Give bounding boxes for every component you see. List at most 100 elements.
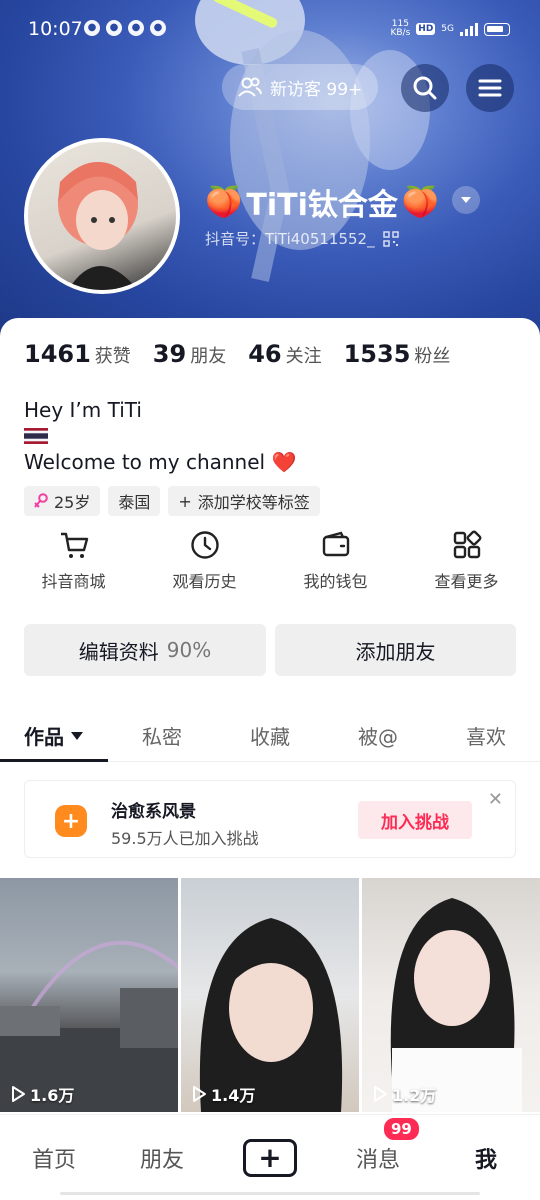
home-indicator bbox=[60, 1192, 480, 1195]
tab-private[interactable]: 私密 bbox=[108, 710, 216, 761]
add-friend-button[interactable]: 添加朋友 bbox=[275, 624, 516, 676]
view-count: 1.2万 bbox=[372, 1082, 436, 1106]
nav-me[interactable]: 我 bbox=[432, 1142, 540, 1174]
unread-badge: 99 bbox=[382, 1115, 421, 1142]
caret-down-icon bbox=[71, 731, 83, 740]
age-label: 25岁 bbox=[54, 493, 91, 512]
tab-works[interactable]: 作品 bbox=[0, 710, 108, 762]
qr-code-icon[interactable] bbox=[382, 230, 399, 247]
stat-likes[interactable]: 1461 获赞 bbox=[24, 340, 131, 368]
clock-icon bbox=[190, 531, 219, 559]
tab-mentions[interactable]: 被@ bbox=[324, 710, 432, 761]
video-grid: 1.6万 1.4万 1.2万 bbox=[0, 878, 540, 1112]
challenge-banner[interactable]: + 治愈系风景 59.5万人已加入挑战 加入挑战 ✕ bbox=[24, 780, 516, 858]
create-plus-icon: + bbox=[243, 1138, 297, 1177]
profile-tags: 25岁 泰国 + 添加学校等标签 bbox=[24, 486, 320, 516]
status-bar: 10:07 ● ● ● ● 115 KB/s HD 5G bbox=[0, 0, 540, 60]
new-visitors-button[interactable]: 新访客 99+ bbox=[222, 64, 379, 110]
add-school-label: 添加学校等标签 bbox=[197, 493, 310, 512]
bio-line-1: Hey I’m TiTi bbox=[24, 398, 142, 422]
video-thumbnail[interactable]: 1.4万 bbox=[181, 878, 359, 1112]
stat-friends[interactable]: 39 朋友 bbox=[153, 340, 226, 368]
thailand-flag-icon bbox=[24, 428, 48, 444]
stat-following[interactable]: 46 关注 bbox=[248, 340, 321, 368]
add-school-tag-button[interactable]: + 添加学校等标签 bbox=[168, 486, 320, 516]
tab-favorites[interactable]: 收藏 bbox=[216, 710, 324, 761]
play-icon bbox=[374, 1086, 387, 1102]
net-speed: 115 KB/s bbox=[390, 19, 411, 38]
play-icon bbox=[12, 1086, 25, 1102]
avatar-image bbox=[58, 162, 138, 290]
nav-messages-label: 消息 bbox=[355, 1147, 400, 1173]
app-notification-icon: ● bbox=[84, 20, 100, 36]
douyin-id[interactable]: 抖音号：TiTi40511552_ bbox=[205, 228, 399, 249]
nickname-text: TiTi钛合金 bbox=[246, 188, 398, 223]
nickname: 🍑 TiTi钛合金 🍑 bbox=[205, 180, 439, 224]
avatar[interactable] bbox=[24, 138, 180, 294]
cart-icon bbox=[60, 532, 88, 558]
profile-completion: 90% bbox=[166, 638, 212, 662]
nav-messages[interactable]: 消息 99 bbox=[324, 1115, 432, 1174]
join-challenge-button[interactable]: 加入挑战 bbox=[358, 801, 472, 839]
account-switch-button[interactable] bbox=[452, 186, 480, 214]
tool-shop[interactable]: 抖音商城 bbox=[8, 528, 139, 592]
edit-profile-button[interactable]: 编辑资料 90% bbox=[24, 624, 266, 676]
rainbow-street-image bbox=[0, 940, 178, 1112]
challenge-subtitle: 59.5万人已加入挑战 bbox=[111, 829, 259, 848]
wechat-icon: ● bbox=[106, 20, 122, 36]
menu-icon bbox=[478, 79, 502, 97]
video-thumbnail[interactable]: 1.6万 bbox=[0, 878, 178, 1112]
nav-create[interactable]: + bbox=[216, 1138, 324, 1177]
menu-button[interactable] bbox=[466, 64, 514, 112]
video-thumbnail[interactable]: 1.2万 bbox=[362, 878, 540, 1112]
country-label: 泰国 bbox=[118, 493, 151, 512]
play-icon bbox=[193, 1086, 206, 1102]
age-tag: 25岁 bbox=[24, 486, 101, 516]
qq-icon: ● bbox=[150, 20, 166, 36]
signal-icon bbox=[460, 22, 478, 36]
plus-icon: + bbox=[178, 491, 192, 511]
tool-history[interactable]: 观看历史 bbox=[139, 528, 270, 592]
female-icon bbox=[34, 493, 48, 508]
add-friend-label: 添加朋友 bbox=[355, 639, 436, 664]
new-visitors-label: 新访客 99+ bbox=[270, 79, 363, 100]
bottom-navigation: 首页 朋友 + 消息 99 我 bbox=[0, 1114, 540, 1200]
country-tag: 泰国 bbox=[108, 486, 161, 516]
challenge-icon: + bbox=[55, 805, 87, 837]
grid-icon bbox=[453, 530, 481, 559]
view-count: 1.6万 bbox=[10, 1082, 74, 1106]
message-icon: ● bbox=[128, 20, 144, 36]
tab-likes[interactable]: 喜欢 bbox=[432, 710, 540, 761]
challenge-title: 治愈系风景 bbox=[111, 802, 196, 822]
bio: Hey I’m TiTi Welcome to my channel ❤️ bbox=[24, 396, 296, 476]
system-status: 115 KB/s HD 5G bbox=[390, 20, 510, 38]
bio-line-2: Welcome to my channel ❤️ bbox=[24, 450, 297, 474]
hd-icon: HD bbox=[416, 23, 436, 35]
stat-followers[interactable]: 1535 粉丝 bbox=[344, 340, 451, 368]
visitors-icon bbox=[238, 77, 262, 97]
network-type: 5G bbox=[441, 24, 454, 34]
notification-icons: ● ● ● ● bbox=[84, 20, 166, 36]
nav-friends[interactable]: 朋友 bbox=[108, 1142, 216, 1174]
quick-tools: 抖音商城 观看历史 我的钱包 查看更多 bbox=[0, 528, 540, 592]
search-icon bbox=[413, 76, 437, 100]
profile-stats: 1461 获赞 39 朋友 46 关注 1535 粉丝 bbox=[24, 340, 450, 368]
peach-emoji-left: 🍑 bbox=[205, 184, 243, 220]
profile-banner: 10:07 ● ● ● ● 115 KB/s HD 5G 新访客 99+ 🍑 T… bbox=[0, 0, 540, 340]
profile-card: 1461 获赞 39 朋友 46 关注 1535 粉丝 Hey I’m TiTi Wel… bbox=[0, 318, 540, 1200]
nav-home[interactable]: 首页 bbox=[0, 1142, 108, 1174]
tool-more[interactable]: 查看更多 bbox=[401, 528, 532, 592]
peach-emoji-right: 🍑 bbox=[401, 184, 440, 220]
content-tabs: 作品 私密 收藏 被@ 喜欢 bbox=[0, 710, 540, 762]
search-button[interactable] bbox=[401, 64, 449, 112]
view-count: 1.4万 bbox=[191, 1082, 255, 1106]
battery-icon bbox=[484, 22, 510, 36]
selfie-image bbox=[199, 918, 343, 1112]
edit-profile-label: 编辑资料 bbox=[78, 639, 159, 664]
caret-down-icon bbox=[461, 197, 471, 203]
douyin-id-text: 抖音号：TiTi40511552_ bbox=[205, 230, 375, 248]
tool-wallet[interactable]: 我的钱包 bbox=[270, 528, 401, 592]
clock: 10:07 bbox=[28, 18, 83, 40]
wallet-icon bbox=[322, 531, 349, 557]
close-icon[interactable]: ✕ bbox=[488, 789, 503, 810]
